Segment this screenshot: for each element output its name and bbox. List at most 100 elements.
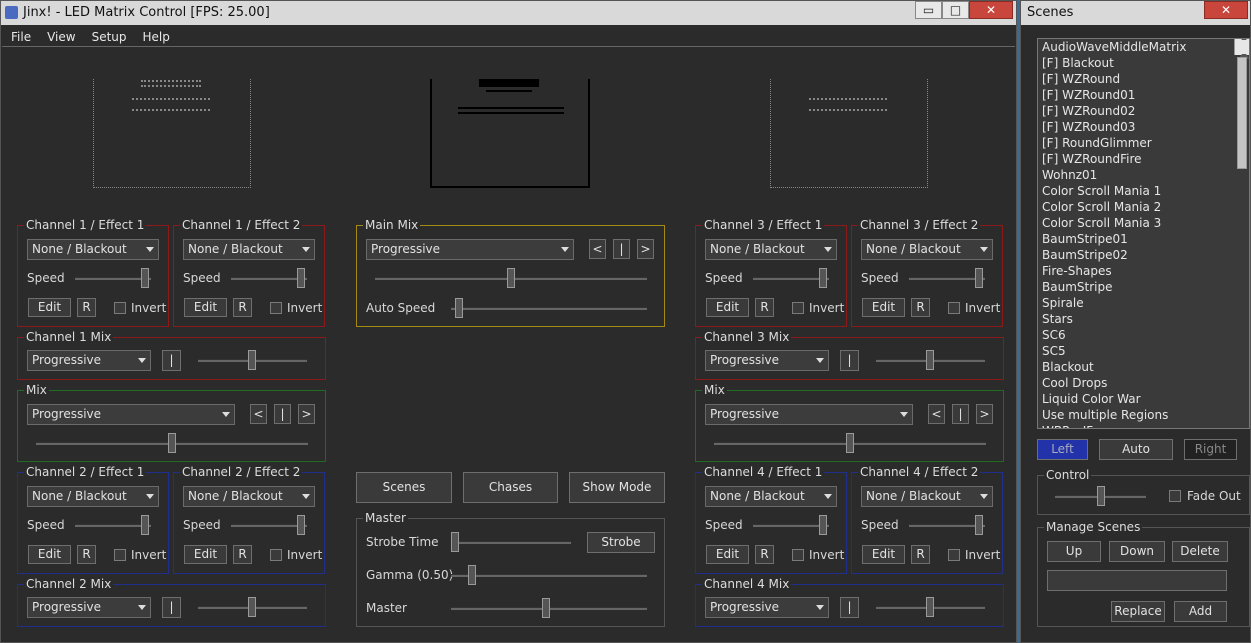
ch1-effect2-select[interactable]: None / Blackout — [183, 239, 315, 260]
gamma-slider[interactable] — [451, 565, 647, 585]
scene-list-item[interactable]: Use multiple Regions — [1038, 407, 1249, 423]
ch1-effect1-r-button[interactable]: R — [77, 298, 96, 317]
scene-list-item[interactable]: [F] WZRoundFire — [1038, 151, 1249, 167]
ch2-effect2-speed-slider[interactable] — [231, 515, 307, 535]
minimize-button[interactable]: ▭ — [915, 1, 942, 19]
ch1-effect2-invert-checkbox[interactable] — [270, 302, 282, 314]
ch4-effect1-r-button[interactable]: R — [755, 545, 774, 564]
ch2-effect1-r-button[interactable]: R — [77, 545, 96, 564]
ch4-effect1-speed-slider[interactable] — [753, 515, 829, 535]
main-mix-slider[interactable] — [375, 268, 647, 288]
ch2-effect1-speed-slider[interactable] — [75, 515, 151, 535]
mix-left-slider[interactable] — [36, 433, 308, 453]
ch4-mix-select[interactable]: Progressive — [705, 597, 829, 618]
scene-list-item[interactable]: Color Scroll Mania 1 — [1038, 183, 1249, 199]
scene-list-item[interactable]: Color Scroll Mania 2 — [1038, 199, 1249, 215]
ch2-mix-slider[interactable] — [198, 597, 307, 617]
ch1-effect2-edit-button[interactable]: Edit — [184, 298, 227, 317]
menu-view[interactable]: View — [38, 27, 82, 44]
menu-file[interactable]: File — [2, 27, 38, 44]
add-button[interactable]: Add — [1174, 601, 1227, 622]
ch4-effect2-r-button[interactable]: R — [911, 545, 930, 564]
master-slider[interactable] — [451, 598, 647, 618]
scene-list-item[interactable]: AudioWaveMiddleMatrix — [1038, 39, 1249, 55]
scene-list-item[interactable]: Liquid Color War — [1038, 391, 1249, 407]
ch1-mix-select[interactable]: Progressive — [27, 350, 151, 371]
ch2-effect2-select[interactable]: None / Blackout — [183, 486, 315, 507]
ch2-effect2-invert-checkbox[interactable] — [270, 549, 282, 561]
ch3-effect1-r-button[interactable]: R — [755, 298, 774, 317]
main-mix-select[interactable]: Progressive — [366, 239, 574, 260]
mix-right-slider[interactable] — [714, 433, 986, 453]
mix-left-select[interactable]: Progressive — [27, 404, 235, 425]
down-button[interactable]: Down — [1109, 541, 1165, 562]
scene-list-item[interactable]: [F] RoundGlimmer — [1038, 135, 1249, 151]
scene-list-item[interactable]: Cool Drops — [1038, 375, 1249, 391]
scene-list-item[interactable]: BaumStripe02 — [1038, 247, 1249, 263]
scene-list-item[interactable]: [F] WZRound — [1038, 71, 1249, 87]
ch2-mix-select[interactable]: Progressive — [27, 597, 151, 618]
ch1-effect2-r-button[interactable]: R — [233, 298, 252, 317]
menu-help[interactable]: Help — [134, 27, 177, 44]
strobe-button[interactable]: Strobe — [587, 532, 655, 553]
ch4-effect2-edit-button[interactable]: Edit — [862, 545, 905, 564]
ch4-effect1-select[interactable]: None / Blackout — [705, 486, 837, 507]
ch3-effect1-invert-checkbox[interactable] — [792, 302, 804, 314]
mix-right-next-button[interactable]: > — [976, 404, 993, 424]
ch4-mix-slider[interactable] — [876, 597, 985, 617]
ch3-mix-select[interactable]: Progressive — [705, 350, 829, 371]
ch2-effect2-r-button[interactable]: R — [233, 545, 252, 564]
ch3-effect2-select[interactable]: None / Blackout — [861, 239, 993, 260]
ch1-effect1-edit-button[interactable]: Edit — [28, 298, 71, 317]
delete-button[interactable]: Delete — [1172, 541, 1228, 562]
ch1-effect1-select[interactable]: None / Blackout — [27, 239, 159, 260]
ch4-effect1-invert-checkbox[interactable] — [792, 549, 804, 561]
menu-setup[interactable]: Setup — [83, 27, 134, 44]
replace-button[interactable]: Replace — [1111, 601, 1165, 622]
scene-list-item[interactable]: BaumStripe01 — [1038, 231, 1249, 247]
scene-list-item[interactable]: WBP... IF... — [1038, 423, 1249, 428]
scene-list-item[interactable]: Blackout — [1038, 359, 1249, 375]
scene-list-item[interactable]: SC6 — [1038, 327, 1249, 343]
scene-list-item[interactable]: Color Scroll Mania 3 — [1038, 215, 1249, 231]
mix-right-select[interactable]: Progressive — [705, 404, 913, 425]
control-slider[interactable] — [1055, 486, 1146, 506]
mix-right-pipe-button[interactable]: | — [952, 404, 969, 424]
ch4-effect2-select[interactable]: None / Blackout — [861, 486, 993, 507]
scene-list-item[interactable]: Fire-Shapes — [1038, 263, 1249, 279]
maximize-button[interactable]: □ — [942, 1, 969, 19]
ch3-effect1-speed-slider[interactable] — [753, 268, 829, 288]
mix-left-pipe-button[interactable]: | — [274, 404, 291, 424]
scenes-close-button[interactable]: ✕ — [1204, 1, 1248, 19]
auto-speed-slider[interactable] — [451, 298, 647, 318]
close-button[interactable]: ✕ — [969, 1, 1013, 19]
ch3-mix-slider[interactable] — [876, 350, 985, 370]
scene-list-item[interactable]: [F] WZRound02 — [1038, 103, 1249, 119]
scene-list-item[interactable]: Spirale — [1038, 295, 1249, 311]
scene-list[interactable]: AudioWaveMiddleMatrix [F] Blackout [F] WZR… — [1037, 38, 1250, 429]
ch3-effect2-edit-button[interactable]: Edit — [862, 298, 905, 317]
ch4-effect1-edit-button[interactable]: Edit — [706, 545, 749, 564]
scroll-thumb[interactable] — [1237, 57, 1247, 169]
ch1-effect2-speed-slider[interactable] — [231, 268, 307, 288]
scene-list-item[interactable]: Stars — [1038, 311, 1249, 327]
show-mode-button[interactable]: Show Mode — [569, 472, 665, 503]
scenes-button[interactable]: Scenes — [356, 472, 452, 503]
right-button[interactable]: Right — [1184, 439, 1237, 460]
ch1-mix-slider[interactable] — [198, 350, 307, 370]
ch2-effect2-edit-button[interactable]: Edit — [184, 545, 227, 564]
ch3-effect2-r-button[interactable]: R — [911, 298, 930, 317]
ch3-effect2-invert-checkbox[interactable] — [948, 302, 960, 314]
ch4-effect2-invert-checkbox[interactable] — [948, 549, 960, 561]
ch3-effect2-speed-slider[interactable] — [909, 268, 985, 288]
main-mix-prev-button[interactable]: < — [589, 239, 606, 259]
mix-right-prev-button[interactable]: < — [928, 404, 945, 424]
ch2-effect1-invert-checkbox[interactable] — [114, 549, 126, 561]
scene-list-item[interactable]: BaumStripe — [1038, 279, 1249, 295]
main-titlebar[interactable]: Jinx! - LED Matrix Control [FPS: 25.00] — [1, 1, 1016, 25]
ch2-mix-pipe-button[interactable]: | — [162, 597, 181, 618]
chases-button[interactable]: Chases — [463, 472, 558, 503]
scene-list-item[interactable]: [F] Blackout — [1038, 55, 1249, 71]
scene-list-item[interactable]: SC5 — [1038, 343, 1249, 359]
ch2-effect1-select[interactable]: None / Blackout — [27, 486, 159, 507]
